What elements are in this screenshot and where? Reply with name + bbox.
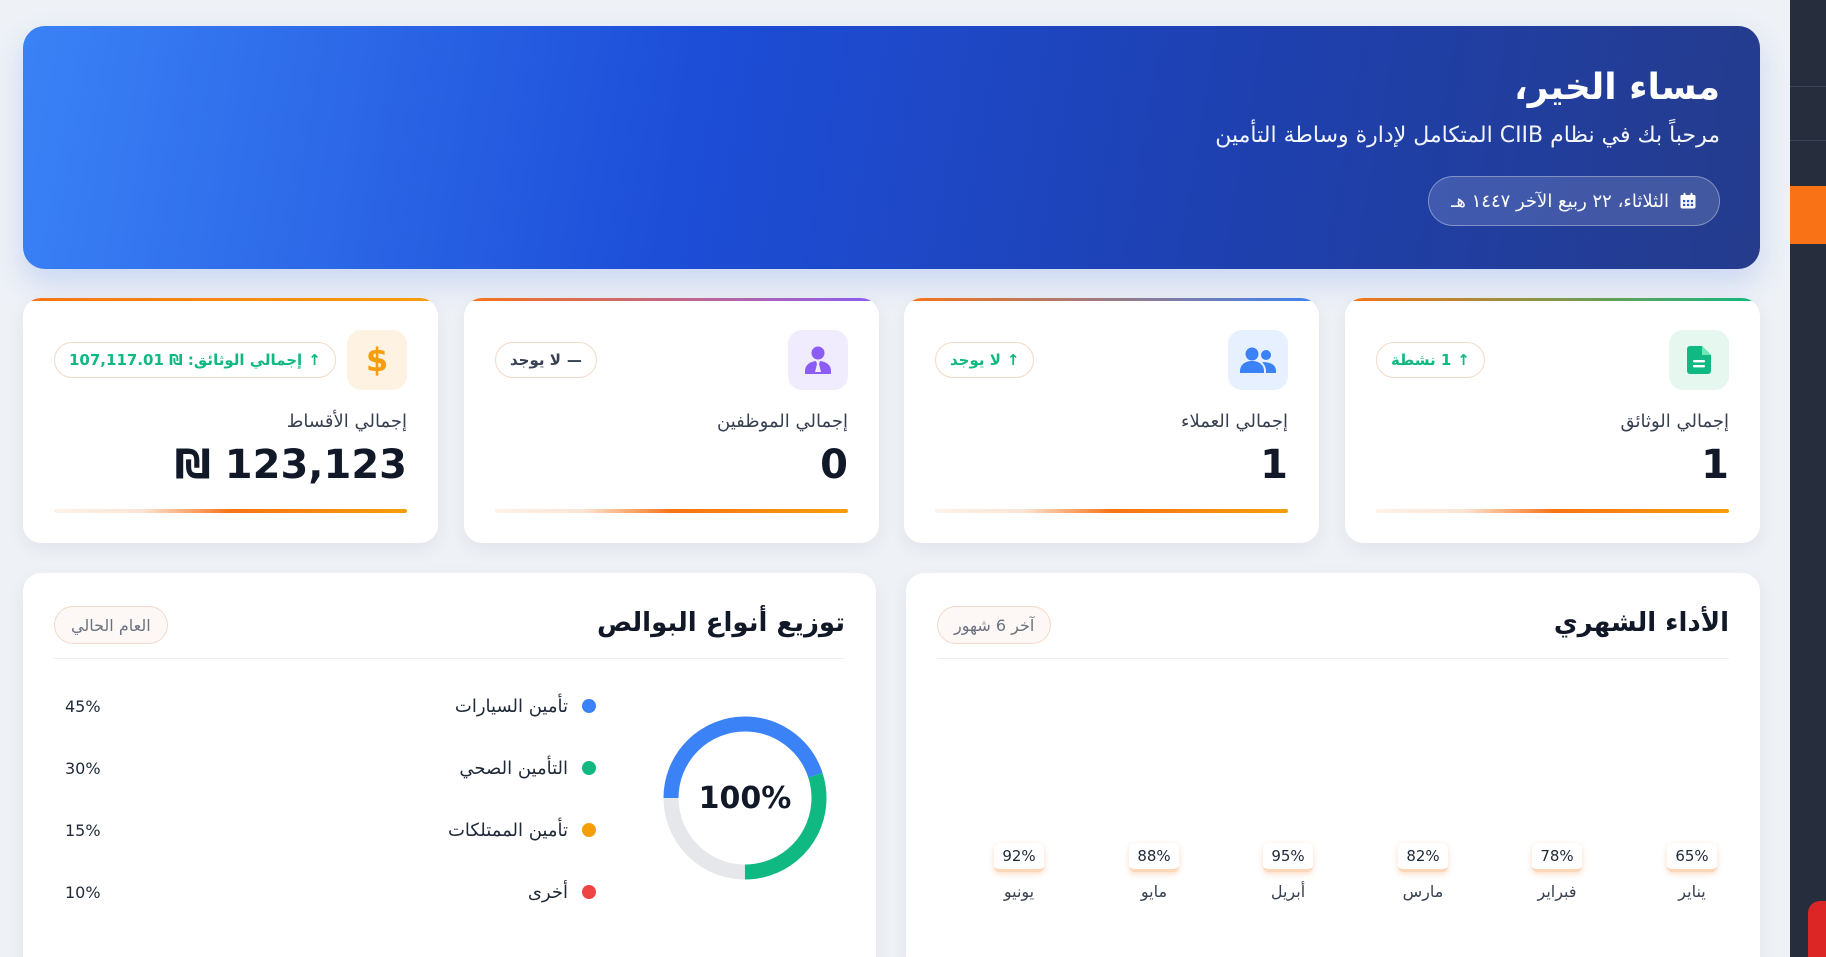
- trend-badge: ↑ إجمالي الوثائق: ₪ 107,117.01: [54, 342, 336, 378]
- arrow-up-icon: ↑: [1006, 351, 1020, 369]
- stat-progress-bar: [1376, 509, 1729, 513]
- date-text: الثلاثاء، ٢٢ ربيع الآخر ١٤٤٧ هـ: [1451, 190, 1669, 212]
- dash-icon: —: [566, 351, 582, 369]
- policy-distribution-panel: توزيع أنواع البوالص العام الحالي 100% تأ…: [23, 573, 876, 957]
- period-pill[interactable]: آخر 6 شهور: [937, 606, 1052, 644]
- divider: [54, 658, 845, 659]
- legend-percent: 30%: [65, 759, 101, 778]
- sidebar-active-indicator: [1790, 186, 1826, 244]
- legend-dot: [582, 761, 596, 775]
- month-column: 78% فبراير: [1522, 843, 1592, 901]
- month-value: 82%: [1398, 843, 1448, 872]
- legend-label: أخرى: [527, 881, 568, 903]
- stat-value: ₪ 123,123: [174, 442, 407, 488]
- welcome-subtitle: مرحباً بك في نظام CIIB المتكامل لإدارة و…: [1215, 123, 1720, 149]
- legend-item: التأمين الصحي: [459, 753, 596, 783]
- trend-badge: ↑ لا يوجد: [935, 342, 1035, 378]
- stat-value: 1: [1701, 442, 1729, 488]
- date-badge: الثلاثاء، ٢٢ ربيع الآخر ١٤٤٧ هـ: [1428, 176, 1720, 227]
- month-label: مارس: [1402, 882, 1444, 901]
- monthly-performance-panel: الأداء الشهري آخر 6 شهور 65% يناير 78% ف…: [906, 573, 1760, 957]
- legend-label: تأمين الممتلكات: [447, 819, 568, 841]
- legend-percent: 10%: [65, 883, 101, 902]
- welcome-banner: مساء الخير، مرحباً بك في نظام CIIB المتك…: [23, 26, 1760, 269]
- period-pill[interactable]: العام الحالي: [54, 606, 168, 644]
- sidebar-logout-button[interactable]: [1808, 901, 1826, 957]
- employee-icon: [788, 330, 848, 390]
- legend-item: تأمين السيارات: [455, 691, 596, 721]
- stats-row: ↑ 1 نشطة إجمالي الوثائق 1 ↑ لا يوجد إجما…: [23, 298, 1760, 543]
- stat-card-clients[interactable]: ↑ لا يوجد إجمالي العملاء 1: [904, 298, 1319, 543]
- legend-percent: 15%: [65, 821, 101, 840]
- legend-dot: [582, 823, 596, 837]
- stat-label: إجمالي الأقساط: [286, 411, 407, 432]
- trend-badge: ↑ 1 نشطة: [1376, 342, 1485, 378]
- month-column: 88% مايو: [1119, 843, 1189, 901]
- month-column: 82% مارس: [1388, 843, 1458, 901]
- month-column: 95% أبريل: [1253, 843, 1323, 901]
- month-label: فبراير: [1537, 882, 1577, 901]
- divider: [937, 658, 1729, 659]
- stat-value: 0: [820, 442, 848, 488]
- panel-title: توزيع أنواع البوالص: [596, 608, 845, 638]
- month-label: مايو: [1140, 882, 1168, 901]
- month-column: 65% يناير: [1657, 843, 1727, 901]
- arrow-up-icon: ↑: [1457, 351, 1470, 369]
- arrow-up-icon: ↑: [308, 351, 321, 369]
- stat-label: إجمالي الموظفين: [717, 411, 848, 432]
- legend-item: تأمين الممتلكات: [448, 815, 596, 845]
- stat-card-premiums[interactable]: $ ↑ إجمالي الوثائق: ₪ 107,117.01 إجمالي …: [23, 298, 438, 543]
- month-value: 92%: [994, 843, 1044, 872]
- stat-progress-bar: [54, 509, 407, 513]
- stat-label: إجمالي الوثائق: [1620, 411, 1729, 432]
- stat-progress-bar: [495, 509, 848, 513]
- month-value: 65%: [1667, 843, 1717, 872]
- panel-title: الأداء الشهري: [1553, 608, 1729, 638]
- legend-label: التأمين الصحي: [459, 757, 568, 779]
- greeting-title: مساء الخير،: [1514, 67, 1720, 108]
- legend-dot: [582, 699, 596, 713]
- stat-card-documents[interactable]: ↑ 1 نشطة إجمالي الوثائق 1: [1345, 298, 1760, 543]
- month-label: يونيو: [1003, 882, 1035, 901]
- stat-label: إجمالي العملاء: [1180, 411, 1288, 432]
- trend-badge: — لا يوجد: [495, 342, 597, 378]
- month-label: أبريل: [1270, 882, 1306, 901]
- month-value: 95%: [1263, 843, 1313, 872]
- month-label: يناير: [1678, 882, 1706, 901]
- legend-label: تأمين السيارات: [454, 695, 568, 717]
- dollar-icon: $: [347, 330, 407, 390]
- legend-percent: 45%: [65, 697, 101, 716]
- document-icon: [1669, 330, 1729, 390]
- donut-center-label: 100%: [698, 780, 792, 816]
- stat-value: 1: [1260, 442, 1288, 488]
- legend-item: أخرى: [528, 877, 596, 907]
- legend-dot: [582, 885, 596, 899]
- calendar-icon: [1680, 192, 1696, 209]
- stat-progress-bar: [935, 509, 1288, 513]
- month-value: 78%: [1532, 843, 1582, 872]
- month-value: 88%: [1129, 843, 1179, 872]
- main-content: مساء الخير، مرحباً بك في نظام CIIB المتك…: [0, 0, 1790, 957]
- sidebar-edge: [1790, 0, 1826, 957]
- month-column: 92% يونيو: [984, 843, 1054, 901]
- stat-card-employees[interactable]: — لا يوجد إجمالي الموظفين 0: [464, 298, 879, 543]
- users-icon: [1228, 330, 1288, 390]
